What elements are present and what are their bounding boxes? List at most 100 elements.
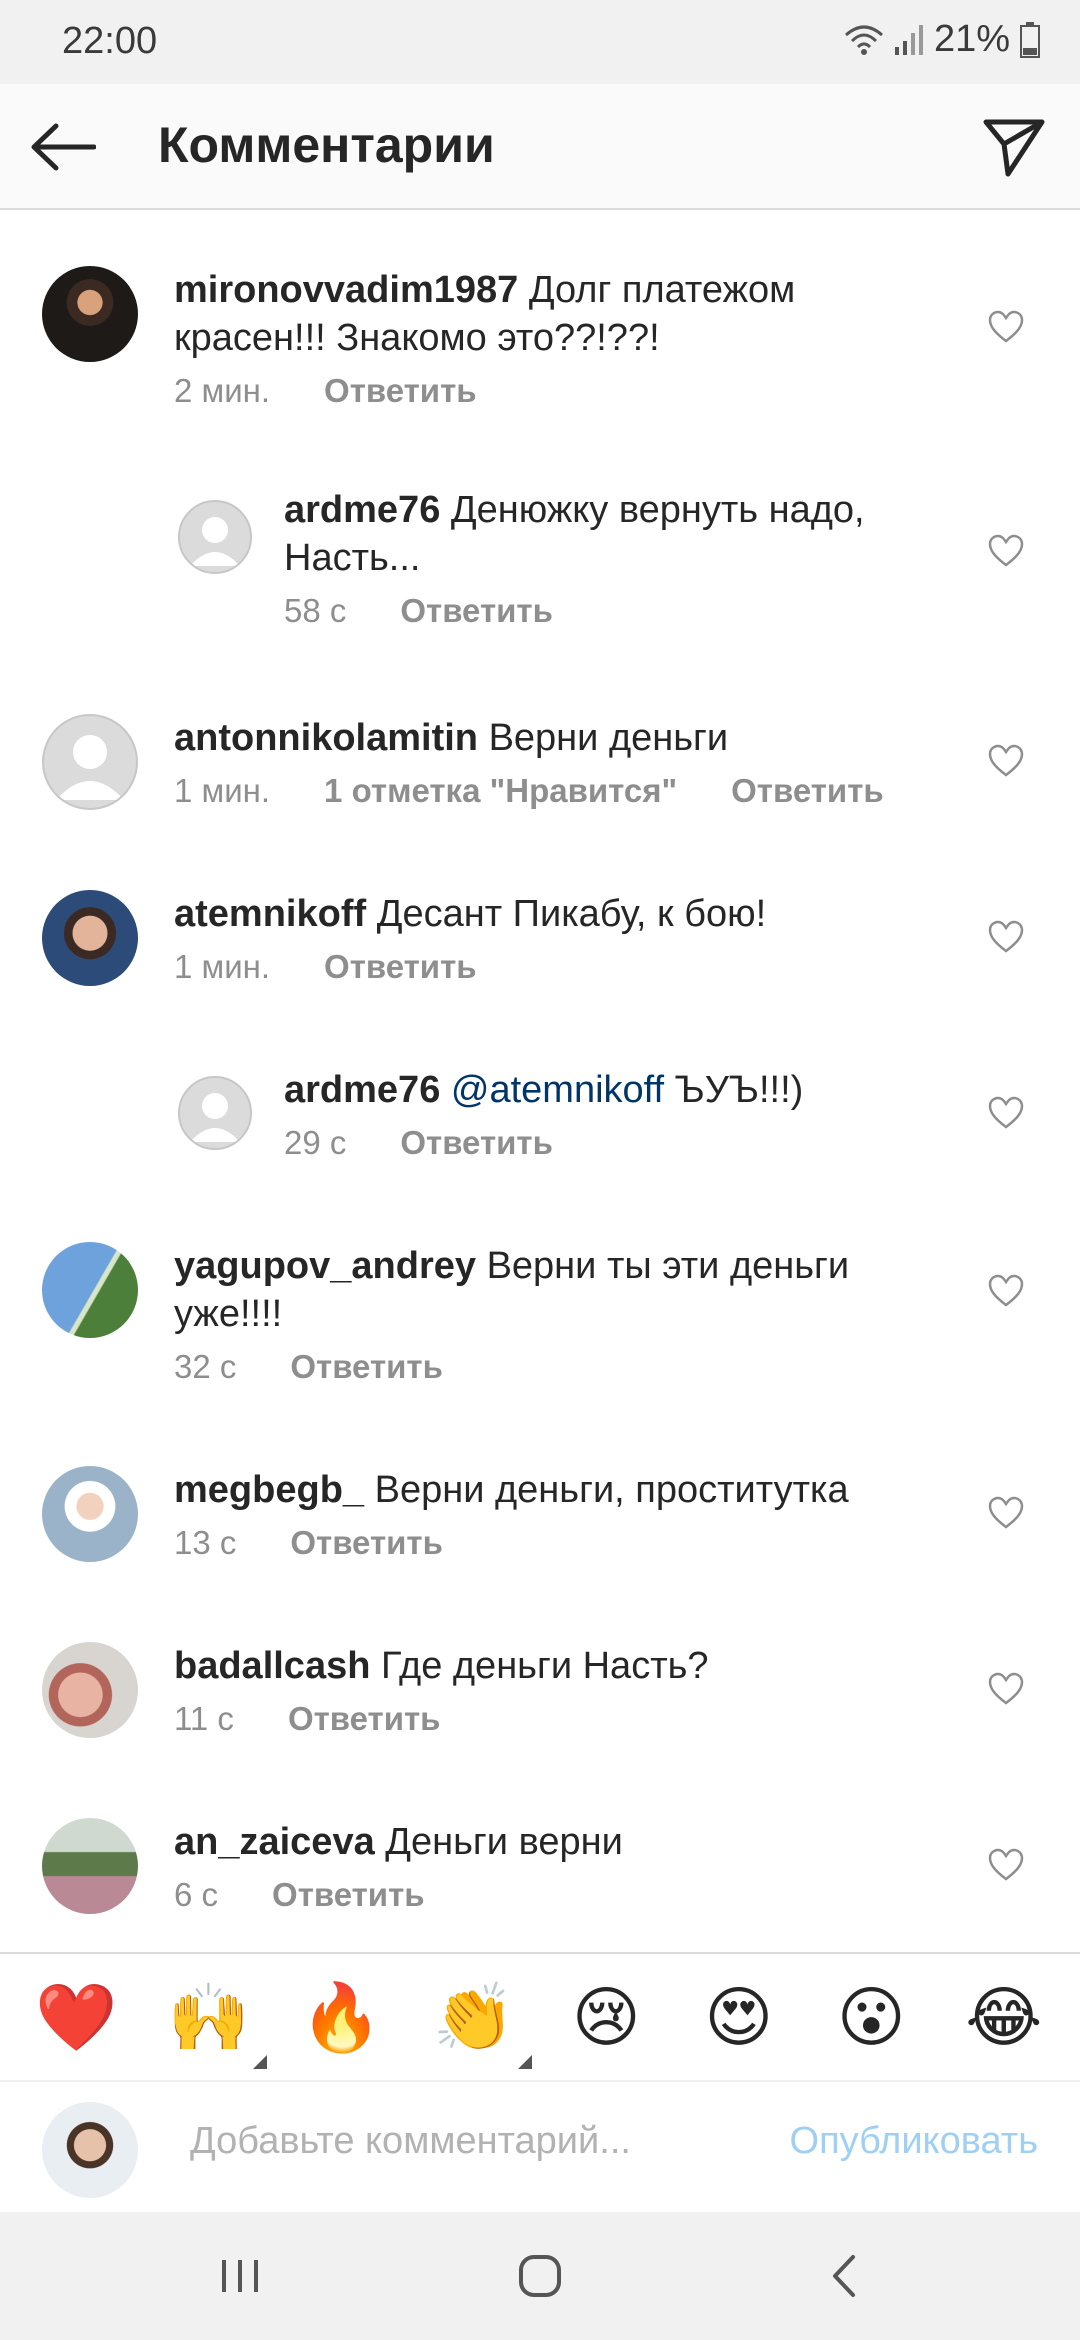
emoji-heart-button[interactable]: ❤️ xyxy=(34,1975,118,2059)
comment-body: Верни деньги xyxy=(488,717,729,759)
reply-button[interactable]: Ответить xyxy=(288,1700,441,1738)
emoji-surprised-button[interactable]: 😮 xyxy=(829,1975,913,2059)
back-button[interactable] xyxy=(28,114,98,180)
comment-mention-link[interactable]: @atemnikoff xyxy=(451,1069,664,1111)
emoji-fire-button[interactable]: 🔥 xyxy=(299,1975,383,2059)
reply-button[interactable]: Ответить xyxy=(324,372,477,410)
skin-tone-indicator xyxy=(517,2055,532,2069)
comment-body: Верни деньги, проститутка xyxy=(374,1469,849,1511)
heart-icon[interactable] xyxy=(988,1274,1024,1308)
home-button[interactable] xyxy=(510,2246,570,2306)
reply-button[interactable]: Ответить xyxy=(290,1524,443,1562)
avatar[interactable] xyxy=(178,500,252,574)
comment-meta: 29 с Ответить xyxy=(284,1124,553,1162)
comment-time: 1 мин. xyxy=(174,948,271,985)
emoji-bar: ❤️ 🙌 🔥 👏 😢 😍 😮 😂 xyxy=(0,1952,1080,2082)
comment-body: Десант Пикабу, к бою! xyxy=(376,893,767,935)
reply-button[interactable]: Ответить xyxy=(272,1876,425,1914)
emoji-glyph: 👏 xyxy=(432,1980,515,2054)
comment-meta: 13 с Ответить xyxy=(174,1524,443,1562)
avatar[interactable] xyxy=(42,890,138,986)
signal-icon xyxy=(894,24,923,55)
comments-list: mironovvadim1987 Долг платежом красен!!!… xyxy=(0,212,1080,1952)
comment-username[interactable]: megbegb_ xyxy=(174,1469,364,1511)
comment-time: 32 с xyxy=(174,1348,237,1385)
comment-username[interactable]: badallcash xyxy=(174,1645,370,1687)
comment-body: Где деньги Насть? xyxy=(380,1645,709,1687)
heart-icon[interactable] xyxy=(988,1672,1024,1706)
heart-icon[interactable] xyxy=(988,744,1024,778)
reply-button[interactable]: Ответить xyxy=(324,948,477,986)
comment-body: ЪУЪ!!!) xyxy=(674,1069,804,1111)
comment-text: an_zaiceva Деньги верни xyxy=(174,1818,954,1866)
comment-input[interactable]: Добавьте комментарий... xyxy=(190,2120,631,2163)
reply-button[interactable]: Ответить xyxy=(400,592,553,630)
heart-icon[interactable] xyxy=(988,1096,1024,1130)
comment-text: atemnikoff Десант Пикабу, к бою! xyxy=(174,890,954,938)
default-avatar-icon xyxy=(190,1093,240,1142)
emoji-raised-hands-button[interactable]: 🙌 xyxy=(167,1975,267,2069)
comment-meta: 58 с Ответить xyxy=(284,592,553,630)
reply-button[interactable]: Ответить xyxy=(290,1348,443,1386)
system-nav-bar xyxy=(0,2212,1080,2340)
back-nav-button[interactable] xyxy=(814,2246,874,2306)
status-bar: 22:00 21% xyxy=(0,0,1080,84)
comment-composer: Добавьте комментарий... Опубликовать xyxy=(0,2082,1080,2212)
skin-tone-indicator xyxy=(252,2055,267,2069)
comment-meta: 6 с Ответить xyxy=(174,1876,425,1914)
current-user-avatar xyxy=(42,2102,138,2198)
comment-username[interactable]: yagupov_andrey xyxy=(174,1245,476,1287)
comment-text: antonnikolamitin Верни деньги xyxy=(174,714,954,762)
comment-meta: 11 с Ответить xyxy=(174,1700,440,1738)
comment-text: ardme76 @atemnikoff ЪУЪ!!!) xyxy=(284,1066,934,1114)
emoji-crying-button[interactable]: 😢 xyxy=(564,1975,648,2059)
status-time: 22:00 xyxy=(62,20,158,62)
comment-meta: 1 мин. Ответить xyxy=(174,948,477,986)
emoji-clap-button[interactable]: 👏 xyxy=(432,1975,532,2069)
comment-text: megbegb_ Верни деньги, проститутка xyxy=(174,1466,954,1514)
emoji-glyph: 😮 xyxy=(836,1980,906,2054)
status-icons: 21% xyxy=(844,18,1040,61)
comment-time: 6 с xyxy=(174,1876,219,1913)
avatar[interactable] xyxy=(42,266,138,362)
reply-button[interactable]: Ответить xyxy=(400,1124,553,1162)
paper-plane-icon xyxy=(983,119,1045,177)
heart-icon[interactable] xyxy=(988,1496,1024,1530)
comment-time: 1 мин. xyxy=(174,772,271,809)
avatar[interactable] xyxy=(42,1242,138,1338)
reply-button[interactable]: Ответить xyxy=(731,772,884,810)
default-avatar-icon xyxy=(190,517,240,566)
home-icon xyxy=(519,2255,561,2297)
emoji-glyph: 😍 xyxy=(704,1980,774,2054)
recent-apps-button[interactable] xyxy=(210,2246,270,2306)
post-button[interactable]: Опубликовать xyxy=(790,2120,1038,2163)
comment-meta: 32 с Ответить xyxy=(174,1348,443,1386)
likes-count-link[interactable]: 1 отметка "Нравится" xyxy=(324,772,677,810)
comment-text: mironovvadim1987 Долг платежом красен!!!… xyxy=(174,266,954,362)
heart-icon[interactable] xyxy=(988,534,1024,568)
comment-username[interactable]: an_zaiceva xyxy=(174,1821,375,1863)
comment-username[interactable]: ardme76 xyxy=(284,1069,440,1111)
heart-icon[interactable] xyxy=(988,920,1024,954)
header: Комментарии xyxy=(0,84,1080,210)
heart-icon[interactable] xyxy=(988,1848,1024,1882)
comment-time: 2 мин. xyxy=(174,372,271,409)
comment-username[interactable]: ardme76 xyxy=(284,489,440,531)
comment-username[interactable]: atemnikoff xyxy=(174,893,366,935)
comment-time: 11 с xyxy=(174,1700,234,1737)
avatar[interactable] xyxy=(178,1076,252,1150)
emoji-heart-eyes-button[interactable]: 😍 xyxy=(697,1975,781,2059)
comment-username[interactable]: mironovvadim1987 xyxy=(174,269,518,311)
emoji-tears-of-joy-button[interactable]: 😂 xyxy=(962,1975,1046,2059)
avatar[interactable] xyxy=(42,1818,138,1914)
avatar[interactable] xyxy=(42,714,138,810)
emoji-glyph: 😂 xyxy=(965,1980,1043,2054)
avatar[interactable] xyxy=(42,1466,138,1562)
avatar[interactable] xyxy=(42,1642,138,1738)
comment-username[interactable]: antonnikolamitin xyxy=(174,717,478,759)
comment-time: 29 с xyxy=(284,1124,347,1161)
share-button[interactable] xyxy=(976,110,1052,186)
comment-meta: 2 мин. Ответить xyxy=(174,372,477,410)
heart-icon[interactable] xyxy=(988,310,1024,344)
recent-apps-icon xyxy=(222,2260,258,2292)
